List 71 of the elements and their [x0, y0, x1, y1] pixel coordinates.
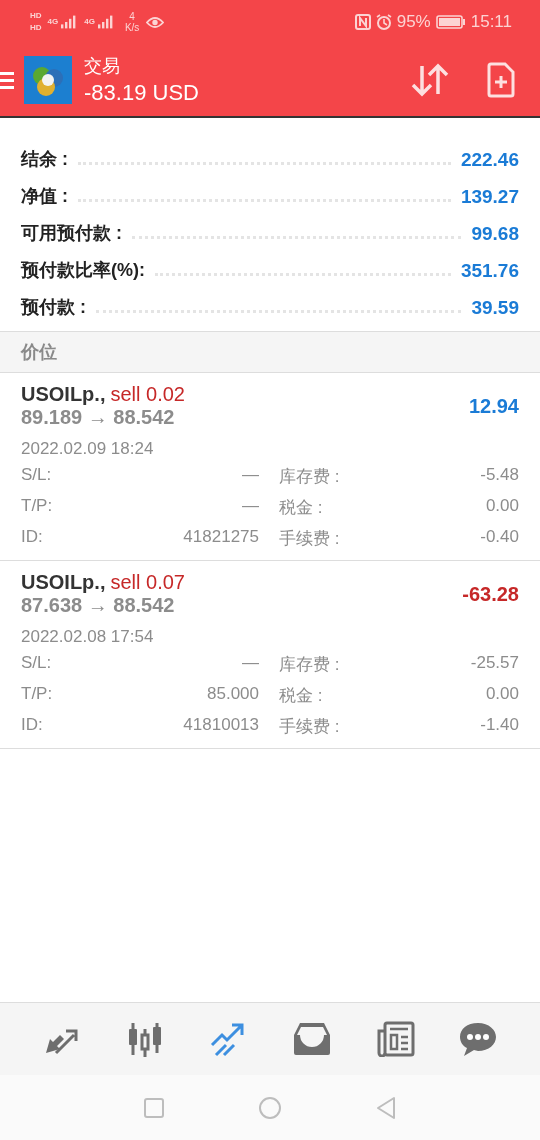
detail-value: —	[241, 496, 259, 517]
position-symbol: USOILp.,	[21, 571, 106, 593]
summary-label: 净值 :	[21, 185, 68, 208]
detail-label: 库存费 :	[278, 466, 341, 488]
detail-value: 0.00	[484, 496, 519, 517]
summary-value: 351.76	[460, 260, 519, 282]
detail-value: -1.40	[479, 715, 519, 736]
speed-value: 4	[129, 11, 135, 22]
position-prices: 89.189 → 88.542	[21, 406, 176, 429]
detail-label: 税金 :	[278, 497, 324, 519]
battery-icon	[435, 15, 466, 29]
detail-label: S/L:	[21, 465, 53, 486]
history-tab[interactable]	[291, 1021, 332, 1057]
signal-icon	[97, 15, 114, 29]
detail-label: 手续费 :	[278, 716, 341, 738]
position-side: sell 0.07	[110, 571, 185, 593]
position-symbol: USOILp.,	[21, 383, 106, 405]
chat-tab[interactable]	[458, 1021, 499, 1057]
position-prices: 87.638 → 88.542	[21, 594, 176, 617]
position-profit: -63.28	[462, 582, 519, 606]
summary-label: 预付款 :	[21, 296, 86, 319]
eye-icon	[146, 15, 165, 29]
detail-label: 税金 :	[278, 685, 324, 707]
summary-value: 99.68	[471, 223, 519, 245]
sim-label: HD	[30, 23, 42, 33]
section-header: 价位	[0, 331, 540, 373]
network-label: 4G	[84, 17, 95, 27]
inbox-icon	[291, 1021, 332, 1057]
signal-icon	[61, 15, 78, 29]
summary-value: 222.46	[460, 149, 519, 171]
detail-value: -25.57	[470, 653, 519, 674]
detail-value: 41810013	[182, 715, 259, 736]
detail-label: S/L:	[21, 653, 53, 674]
menu-icon[interactable]	[0, 69, 14, 91]
position-time: 2022.02.08 17:54	[21, 627, 155, 647]
detail-label: ID:	[21, 527, 44, 548]
detail-value: —	[241, 465, 259, 486]
detail-value: -5.48	[480, 465, 519, 486]
summary-label: 预付款比率(%):	[21, 259, 145, 282]
detail-value: -0.40	[480, 527, 519, 548]
position-profit: 12.94	[468, 394, 519, 418]
summary-label: 结余 :	[21, 148, 68, 171]
position-time: 2022.02.09 18:24	[21, 439, 155, 459]
clock: 15:11	[470, 12, 512, 32]
detail-label: T/P:	[21, 496, 54, 517]
position-item[interactable]: USOILp., sell 0.07 87.638 → 88.542 -63.28 2022.02.08 17:54 S/L: — 库存费 : -25.57 T/P: 85.000 税金 : 0.00 ID: 41810013 手续费 : -1.40	[0, 561, 540, 749]
chat-icon	[458, 1021, 499, 1057]
summary-value: 139.27	[460, 186, 519, 208]
new-order-icon[interactable]	[486, 62, 516, 98]
detail-label: 手续费 :	[278, 528, 341, 550]
sort-icon[interactable]	[410, 62, 450, 98]
detail-value: 85.000	[206, 684, 259, 705]
detail-label: T/P:	[21, 684, 54, 705]
summary-label: 可用预付款 :	[21, 222, 122, 245]
battery-percent: 95%	[396, 12, 431, 32]
nfc-icon	[354, 14, 371, 30]
position-item[interactable]: USOILp., sell 0.02 89.189 → 88.542 12.94 2022.02.09 18:24 S/L: — 库存费 : -5.48 T/P: — 税金 : 0.00 ID: 41821275 手续费 : -0.40	[0, 373, 540, 561]
account-balance: -83.19 USD	[84, 80, 200, 106]
summary-value: 39.59	[471, 297, 519, 319]
sim-label: HD	[30, 11, 42, 21]
detail-label: 库存费 :	[278, 654, 341, 676]
detail-value: 41821275	[182, 527, 259, 548]
position-side: sell 0.02	[110, 383, 185, 405]
speed-unit: K/s	[124, 22, 140, 33]
screen-title: 交易	[84, 55, 121, 78]
network-label: 4G	[47, 17, 59, 27]
detail-label: ID:	[21, 715, 44, 736]
alarm-icon	[375, 14, 392, 30]
app-logo-icon	[24, 56, 72, 104]
detail-value: —	[241, 653, 259, 674]
detail-value: 0.00	[484, 684, 519, 705]
